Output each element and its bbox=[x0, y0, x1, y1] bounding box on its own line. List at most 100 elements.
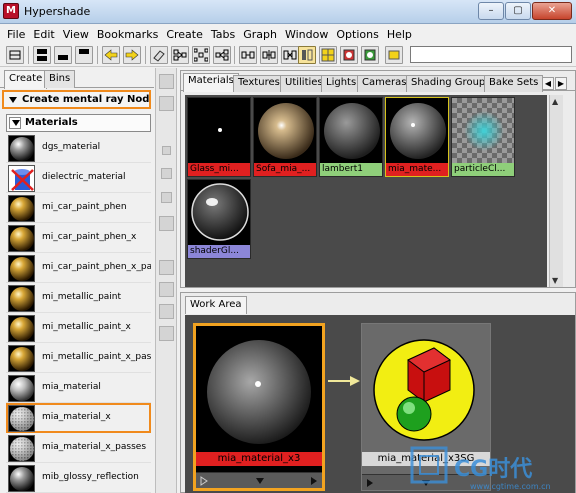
menu-window[interactable]: Window bbox=[281, 28, 332, 41]
menu-tabs[interactable]: Tabs bbox=[207, 28, 239, 41]
toggle-grid-icon[interactable] bbox=[319, 46, 337, 64]
swatch-lambert[interactable]: lambert1 bbox=[319, 97, 383, 177]
tab-shading-groups[interactable]: Shading Groups bbox=[406, 75, 496, 92]
tab-work-area[interactable]: Work Area bbox=[185, 296, 247, 314]
mia-material-sphere-icon bbox=[207, 340, 311, 444]
layout-top-icon[interactable] bbox=[75, 46, 93, 64]
sofa-sphere-icon bbox=[258, 103, 314, 159]
list-item-mi-car-paint-phen[interactable]: mi_car_paint_phen bbox=[6, 193, 151, 223]
node-label: mi_metallic_paint_x_pass bbox=[42, 352, 151, 362]
shaderglow-sphere-icon bbox=[191, 183, 249, 241]
graph-network-icon[interactable] bbox=[281, 46, 299, 64]
menu-create[interactable]: Create bbox=[162, 28, 207, 41]
menu-graph[interactable]: Graph bbox=[239, 28, 281, 41]
sort-name-icon[interactable] bbox=[159, 260, 174, 275]
swatch-mia-material[interactable]: mia_mate... bbox=[385, 97, 449, 177]
graph-input-icon[interactable] bbox=[171, 46, 189, 64]
left-tabs: Create Bins bbox=[0, 68, 154, 89]
browser-tabs: Materials Textures Utilities Lights Came… bbox=[181, 73, 575, 92]
layout-bottom-icon[interactable] bbox=[54, 46, 72, 64]
eraser-icon[interactable] bbox=[150, 46, 168, 64]
menu-help[interactable]: Help bbox=[383, 28, 416, 41]
swatch-particle-cloud[interactable]: particleCl... bbox=[451, 97, 515, 177]
scroll-up-icon[interactable]: ▲ bbox=[552, 97, 558, 106]
list-item-mi-metallic-paint[interactable]: mi_metallic_paint bbox=[6, 283, 151, 313]
swatch-sofa[interactable]: Sofa_mia_... bbox=[253, 97, 317, 177]
tab-scroll-left-icon[interactable]: ◀ bbox=[542, 77, 554, 90]
sort-reverse-icon[interactable] bbox=[159, 326, 174, 341]
mental-ray-nodes-header[interactable]: Create mental ray Nodes bbox=[2, 90, 151, 109]
list-item-mi-metallic-paint-x-passes[interactable]: mi_metallic_paint_x_pass bbox=[6, 343, 151, 373]
tab-bake-sets[interactable]: Bake Sets bbox=[484, 75, 544, 92]
gold-sphere-icon bbox=[8, 255, 35, 282]
list-item-mi-metallic-paint-x[interactable]: mi_metallic_paint_x bbox=[6, 313, 151, 343]
glass-sphere-icon bbox=[218, 128, 222, 132]
arrow-right-icon[interactable] bbox=[123, 46, 141, 64]
graph-output-icon[interactable] bbox=[213, 46, 231, 64]
sort-time-icon[interactable] bbox=[159, 304, 174, 319]
tab-cameras[interactable]: Cameras bbox=[357, 75, 412, 92]
list-item-mia-material-x-passes[interactable]: mia_material_x_passes bbox=[6, 433, 151, 463]
graph-clear-icon[interactable] bbox=[239, 46, 257, 64]
list-item-mi-car-paint-phen-x[interactable]: mi_car_paint_phen_x bbox=[6, 223, 151, 253]
large-swatch-icon[interactable] bbox=[161, 192, 172, 203]
render-swatch-icon[interactable] bbox=[340, 46, 358, 64]
tab-lights[interactable]: Lights bbox=[321, 75, 362, 92]
dielectric-icon bbox=[8, 165, 35, 192]
list-item-mia-material[interactable]: mia_material bbox=[6, 373, 151, 403]
layout-single-icon[interactable] bbox=[6, 46, 24, 64]
maximize-button[interactable]: ▢ bbox=[505, 2, 531, 20]
xlarge-swatch-icon[interactable] bbox=[159, 216, 174, 231]
toggle-display-icon[interactable] bbox=[385, 46, 403, 64]
list-item-mia-material-x[interactable]: mia_material_x bbox=[6, 403, 151, 433]
node-mia-material-x3[interactable]: mia_material_x3 bbox=[193, 323, 325, 491]
swatch-grid: Glass_mi... Sofa_mia_... lambert1 mia_ma… bbox=[185, 95, 547, 287]
mia-sphere-icon bbox=[390, 103, 446, 159]
swatch-caption: mia_mate... bbox=[386, 163, 448, 176]
menu-view[interactable]: View bbox=[59, 28, 93, 41]
cgtime-logo: CG时代 www.cgtime.com.cn bbox=[410, 446, 551, 491]
scroll-down-icon[interactable]: ▼ bbox=[552, 276, 558, 285]
grid-scrollbar[interactable]: ▲ ▼ bbox=[549, 95, 563, 287]
list-item-dgs-material[interactable]: dgs_material bbox=[6, 133, 151, 163]
list-view-icon[interactable] bbox=[159, 96, 174, 111]
materials-section-header[interactable]: Materials bbox=[6, 114, 151, 132]
search-input[interactable] bbox=[410, 46, 572, 63]
tab-scroll-right-icon[interactable]: ▶ bbox=[555, 77, 567, 90]
tab-textures[interactable]: Textures bbox=[233, 75, 285, 92]
chrome-sphere-icon bbox=[8, 375, 35, 402]
swatch-shader-glow[interactable]: shaderGl... bbox=[187, 179, 251, 259]
swatch-glass[interactable]: Glass_mi... bbox=[187, 97, 251, 177]
list-item-mi-car-paint-phen-x-passes[interactable]: mi_car_paint_phen_x_pa bbox=[6, 253, 151, 283]
icons-view-icon[interactable] bbox=[159, 74, 174, 89]
graph-io-icon[interactable] bbox=[192, 46, 210, 64]
tab-create[interactable]: Create bbox=[4, 70, 48, 89]
layout-top-bottom-icon[interactable] bbox=[33, 46, 51, 64]
toggle-shelf-icon[interactable] bbox=[298, 46, 316, 64]
small-swatch-icon[interactable] bbox=[162, 146, 171, 155]
menu-edit[interactable]: Edit bbox=[29, 28, 58, 41]
list-item-mib-glossy-reflection[interactable]: mib_glossy_reflection bbox=[6, 463, 151, 493]
gold-sphere-icon bbox=[8, 315, 35, 342]
mental-ray-nodes-label: Create mental ray Nodes bbox=[22, 94, 151, 105]
node-label: mi_car_paint_phen bbox=[42, 202, 127, 212]
render-update-icon[interactable] bbox=[361, 46, 379, 64]
medium-swatch-icon[interactable] bbox=[161, 168, 172, 179]
node-label: mia_material_x_passes bbox=[42, 442, 147, 452]
lambert-sphere-icon bbox=[324, 103, 380, 159]
close-button[interactable]: ✕ bbox=[532, 2, 572, 20]
graph-upstream-icon[interactable] bbox=[260, 46, 278, 64]
menu-file[interactable]: File bbox=[3, 28, 29, 41]
gold-sphere-icon bbox=[8, 345, 35, 372]
gold-sphere-icon bbox=[8, 285, 35, 312]
chrome-sphere-icon bbox=[8, 435, 35, 462]
sort-type-icon[interactable] bbox=[159, 282, 174, 297]
arrow-left-icon[interactable] bbox=[102, 46, 120, 64]
tab-bins[interactable]: Bins bbox=[44, 70, 76, 88]
node-label: mi_car_paint_phen_x_pa bbox=[42, 262, 151, 272]
minimize-button[interactable]: – bbox=[478, 2, 504, 20]
menu-options[interactable]: Options bbox=[332, 28, 382, 41]
list-item-dielectric-material[interactable]: dielectric_material bbox=[6, 163, 151, 193]
menu-bookmarks[interactable]: Bookmarks bbox=[93, 28, 162, 41]
tab-materials[interactable]: Materials bbox=[183, 73, 239, 92]
